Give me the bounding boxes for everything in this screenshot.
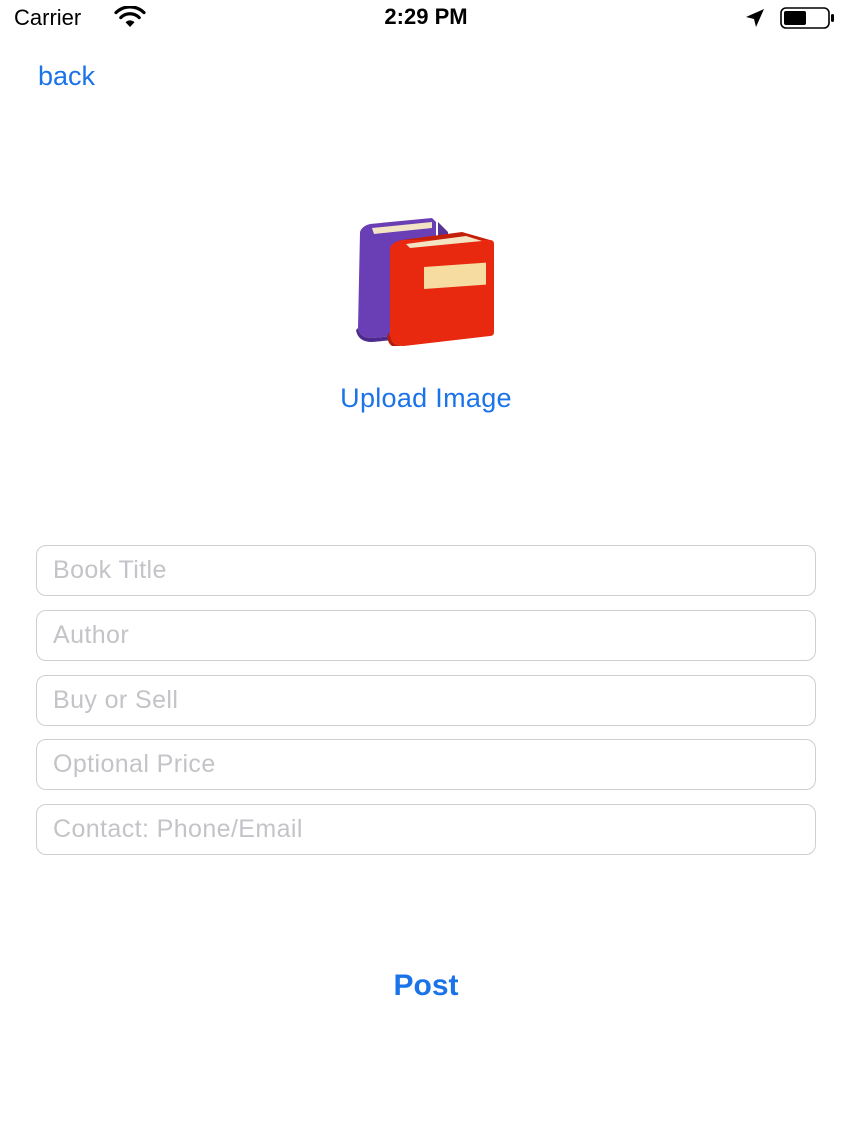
contact-input[interactable]	[36, 804, 816, 855]
book-title-input[interactable]	[36, 545, 816, 596]
books-icon[interactable]	[352, 214, 500, 350]
buy-or-sell-input[interactable]	[36, 675, 816, 726]
status-time: 2:29 PM	[384, 4, 468, 29]
post-button[interactable]: Post	[0, 969, 852, 1003]
location-icon	[746, 9, 764, 27]
status-bar: Carrier 2:29 PM	[0, 0, 852, 36]
upload-image-button[interactable]: Upload Image	[0, 383, 852, 414]
battery-icon	[780, 7, 834, 29]
back-button[interactable]: back	[38, 61, 95, 92]
price-input[interactable]	[36, 739, 816, 790]
author-input[interactable]	[36, 610, 816, 661]
